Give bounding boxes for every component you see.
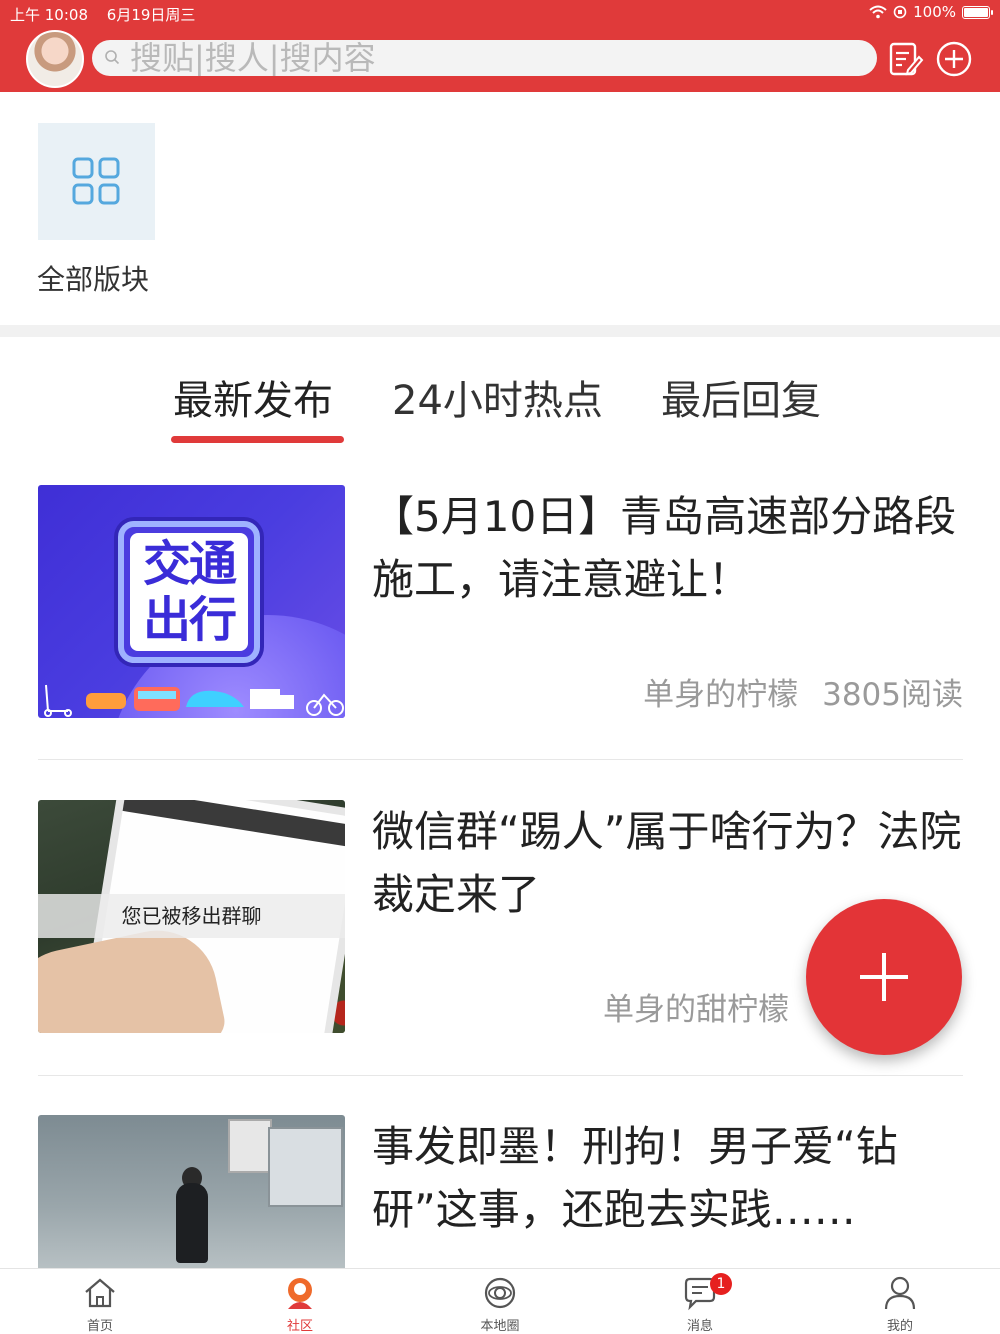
article-title[interactable]: 【5月10日】青岛高速部分路段施工，请注意避让！	[372, 485, 964, 611]
status-left: 上午 10:08 6月19日周三	[10, 4, 195, 25]
tabbar-label: 我的	[886, 1319, 913, 1334]
tabbar-label: 本地圈	[480, 1319, 520, 1334]
thumb-signboard	[228, 1119, 272, 1173]
article-author[interactable]: 单身的甜柠檬	[603, 992, 789, 1028]
tabbar-item-community[interactable]: 社区	[240, 1269, 360, 1334]
all-boards-label[interactable]: 全部版块	[37, 258, 149, 298]
article-thumbnail: 您已被移出群聊	[38, 800, 345, 1033]
thumb-caption: 您已被移出群聊	[38, 894, 345, 938]
tab-latest[interactable]: 最新发布	[173, 368, 333, 426]
tabbar-item-profile[interactable]: 我的	[840, 1269, 960, 1334]
user-avatar[interactable]	[26, 30, 84, 88]
article-item[interactable]: 交通出行 【5月10日】青岛高速部分路段施工，请注意避让！ 单身的柠檬 3805阅…	[38, 485, 963, 719]
feed-tabs: 最新发布 24小时热点 最后回复	[0, 360, 1000, 450]
unread-badge: 1	[710, 1273, 732, 1295]
tabbar-label: 首页	[86, 1319, 113, 1334]
top-header	[0, 26, 1000, 92]
article-meta: 单身的柠檬 3805阅读	[643, 669, 963, 714]
list-separator	[38, 759, 963, 760]
new-post-fab[interactable]	[806, 899, 962, 1055]
thumb-caption: 交通出行	[130, 533, 248, 651]
search-input[interactable]	[130, 40, 860, 76]
status-right: 100%	[869, 3, 993, 21]
article-meta: 单身的甜柠檬	[603, 984, 789, 1029]
vehicles-graphic	[44, 684, 344, 717]
tabbar-label: 消息	[686, 1319, 713, 1334]
thumb-person	[176, 1183, 208, 1263]
article-title[interactable]: 事发即墨！刑拘！男子爱“钻研”这事，还跑去实践……	[372, 1115, 964, 1241]
tabbar-item-local[interactable]: 本地圈	[440, 1269, 560, 1334]
article-thumbnail: 交通出行	[38, 485, 345, 718]
tab-last-reply[interactable]: 最后回复	[661, 368, 821, 426]
tabbar-item-messages[interactable]: 1 消息	[640, 1269, 760, 1334]
thumb-truck	[268, 1127, 343, 1207]
status-bar: 上午 10:08 6月19日周三 100%	[0, 0, 1000, 26]
wifi-icon	[869, 5, 887, 19]
search-box[interactable]	[92, 40, 877, 76]
tabbar-label: 社区	[286, 1319, 313, 1334]
search-icon	[105, 50, 120, 65]
planet-icon	[484, 1277, 516, 1309]
battery-icon	[962, 5, 993, 19]
compose-icon[interactable]	[886, 40, 924, 78]
community-icon	[288, 1278, 312, 1309]
all-boards-tile[interactable]	[38, 123, 155, 240]
article-item[interactable]: 事发即墨！刑拘！男子爱“钻研”这事，还跑去实践……	[38, 1115, 963, 1268]
orientation-lock-icon	[893, 5, 907, 19]
add-circle-icon[interactable]	[935, 40, 973, 78]
article-reads: 3805阅读	[822, 677, 963, 713]
phone-topbar	[122, 800, 345, 848]
home-icon	[85, 1278, 115, 1308]
grid-icon	[72, 157, 120, 205]
section-divider	[0, 325, 1000, 337]
battery-percent: 100%	[913, 3, 956, 21]
profile-icon	[884, 1276, 916, 1310]
status-date: 6月19日周三	[106, 6, 196, 24]
article-thumbnail	[38, 1115, 345, 1268]
list-separator	[38, 1075, 963, 1076]
tab-24h-hot[interactable]: 24小时热点	[392, 368, 603, 426]
article-author[interactable]: 单身的柠檬	[643, 677, 798, 713]
status-time: 上午 10:08	[10, 6, 88, 24]
traffic-sign: 交通出行	[118, 521, 260, 663]
bottom-tab-bar: 首页 社区 本地圈 1 消息 我的	[0, 1268, 1000, 1334]
plus-icon	[860, 953, 908, 1001]
tabbar-item-home[interactable]: 首页	[40, 1269, 160, 1334]
active-tab-indicator	[171, 436, 344, 443]
